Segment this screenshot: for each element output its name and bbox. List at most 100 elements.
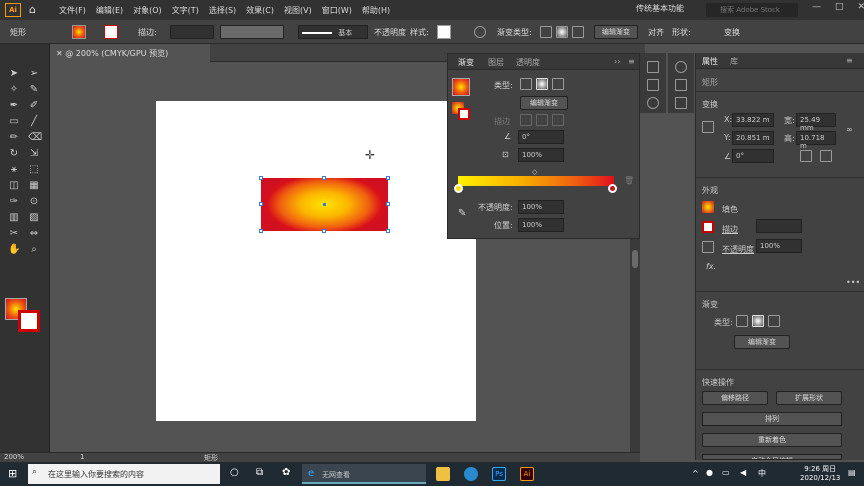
brushes-icon[interactable] — [675, 61, 687, 73]
zoom-level[interactable]: 200% — [4, 453, 24, 461]
stroke-indicator[interactable] — [458, 108, 470, 120]
workspace-switcher[interactable]: 传统基本功能 — [636, 3, 684, 14]
reference-point-icon[interactable] — [702, 121, 714, 133]
height-field[interactable]: 10.718 m — [796, 131, 836, 150]
file-explorer-icon[interactable] — [436, 467, 450, 481]
tray-chevron-icon[interactable]: ^ — [692, 469, 699, 478]
tool-icon[interactable]: ⬚ — [28, 164, 40, 176]
network-icon[interactable]: ▭ — [722, 468, 730, 477]
selection-handle[interactable] — [259, 202, 263, 206]
tab-libraries[interactable]: 库 — [730, 56, 738, 67]
tool-icon[interactable]: ✧ — [8, 84, 20, 96]
selection-handle[interactable] — [386, 202, 390, 206]
gradient-stop-end[interactable] — [608, 184, 617, 193]
tool-icon[interactable]: ◫ — [8, 180, 20, 192]
tool-icon[interactable]: ▦ — [28, 180, 40, 192]
align-button[interactable]: 对齐 — [648, 27, 664, 38]
layers-icon[interactable] — [647, 79, 659, 91]
maximize-icon[interactable]: □ — [835, 2, 844, 12]
menu-item[interactable]: 对象(O) — [133, 5, 162, 16]
windows-start-icon[interactable]: ⊞ — [8, 467, 17, 480]
tool-icon[interactable]: ↻ — [8, 148, 20, 160]
tool-icon[interactable]: ╱ — [28, 116, 40, 128]
artboard-icon[interactable] — [647, 61, 659, 73]
tool-icon[interactable]: ▥ — [8, 212, 20, 224]
link-icon[interactable]: ∞ — [846, 125, 853, 134]
rotate-field[interactable]: 0° — [732, 149, 774, 163]
tab-gradient[interactable]: 渐变 — [458, 57, 474, 68]
collapse-icon[interactable]: ›› — [614, 57, 620, 66]
menu-item[interactable]: 窗口(W) — [322, 5, 352, 16]
linear-gradient-icon[interactable] — [540, 26, 552, 38]
menu-item[interactable]: 编辑(E) — [96, 5, 123, 16]
selection-handle[interactable] — [322, 176, 326, 180]
gradient-slider[interactable] — [458, 176, 614, 186]
fx-icon[interactable]: fx. — [706, 262, 716, 271]
minimize-icon[interactable]: — — [812, 2, 821, 12]
taskbar-search-input[interactable]: 在这里输入你要搜索的内容 — [28, 464, 220, 484]
width-field[interactable]: 25.49 mm — [796, 113, 836, 132]
menu-item[interactable]: 选择(S) — [209, 5, 236, 16]
stroke-color-swatch[interactable] — [18, 310, 40, 332]
home-icon[interactable]: ⌂ — [29, 4, 41, 16]
stroke-style-select[interactable]: 基本 — [298, 25, 368, 39]
flip-horizontal-icon[interactable] — [800, 150, 812, 162]
stroke-label[interactable]: 描边 — [722, 224, 738, 235]
tool-icon[interactable]: ⇲ — [28, 148, 40, 160]
tool-icon[interactable]: ⊙ — [28, 196, 40, 208]
opacity-field[interactable]: 100% — [756, 239, 802, 253]
app-icon[interactable]: ✿ — [282, 467, 290, 478]
tool-icon[interactable]: ✎ — [28, 84, 40, 96]
browser-taskbar-item[interactable]: e 无网查看 — [302, 464, 426, 484]
edge-icon[interactable] — [464, 467, 478, 481]
stroke-swatch[interactable] — [702, 221, 714, 233]
stroke-weight-field[interactable] — [756, 219, 802, 233]
selection-handle[interactable] — [386, 176, 390, 180]
task-view-icon[interactable]: ⧉ — [256, 467, 263, 478]
selection-handle[interactable] — [259, 176, 263, 180]
stock-search-input[interactable]: 搜索 Adobe Stock — [706, 3, 798, 17]
radial-type-icon[interactable] — [752, 315, 764, 327]
tool-icon[interactable]: ⚹ — [8, 164, 20, 176]
graphic-style-swatch[interactable] — [437, 25, 451, 39]
stroke-weight-field[interactable] — [170, 25, 214, 39]
menu-item[interactable]: 效果(C) — [246, 5, 274, 16]
offset-path-button[interactable]: 偏移路径 — [702, 391, 768, 405]
selection-handle[interactable] — [259, 229, 263, 233]
edit-gradient-button[interactable]: 编辑渐变 — [594, 25, 638, 39]
tool-icon[interactable]: ⌕ — [28, 244, 40, 256]
document-tab[interactable]: ✕ @ 200% (CMYK/GPU 预览) — [50, 44, 210, 62]
stroke-swatch[interactable] — [104, 25, 118, 39]
notification-icon[interactable]: ▤ — [848, 468, 856, 477]
variable-width-field[interactable] — [220, 25, 284, 39]
close-tab-icon[interactable]: ✕ — [56, 49, 65, 58]
tool-icon[interactable]: ⇔ — [28, 228, 40, 240]
menu-item[interactable]: 文件(F) — [59, 5, 86, 16]
tool-icon[interactable]: ▨ — [28, 212, 40, 224]
freeform-type-icon[interactable] — [768, 315, 780, 327]
tool-icon[interactable]: ▭ — [8, 116, 20, 128]
selection-handle[interactable] — [322, 229, 326, 233]
tab-transparency[interactable]: 透明度 — [516, 57, 540, 68]
recolor-button[interactable]: 重新着色 — [702, 433, 842, 447]
tool-icon[interactable]: ✒ — [8, 100, 20, 112]
gradient-stop-start[interactable] — [454, 184, 463, 193]
tab-properties[interactable]: 属性 — [702, 56, 718, 67]
panel-menu-icon[interactable]: ≡ — [628, 57, 635, 66]
gradient-preview[interactable] — [452, 78, 470, 96]
tool-icon[interactable]: ⌫ — [28, 132, 42, 144]
freeform-type-icon[interactable] — [552, 78, 564, 90]
page-number[interactable]: 1 — [80, 453, 84, 461]
linear-type-icon[interactable] — [520, 78, 532, 90]
panel-menu-icon[interactable]: ≡ — [846, 56, 853, 65]
system-clock[interactable]: 9:26 周日 2020/12/13 — [800, 465, 840, 483]
swatches-icon[interactable] — [675, 97, 687, 109]
aspect-ratio-field[interactable]: 100% — [518, 148, 564, 162]
radial-gradient-icon[interactable] — [556, 26, 568, 38]
scroll-thumb[interactable] — [632, 250, 638, 268]
tool-icon[interactable]: ✂ — [8, 228, 20, 240]
stroke-across-icon[interactable] — [552, 114, 564, 126]
volume-icon[interactable]: ◀ — [740, 468, 746, 477]
photoshop-icon[interactable]: Ps — [492, 467, 506, 481]
close-icon[interactable]: ✕ — [858, 2, 864, 12]
